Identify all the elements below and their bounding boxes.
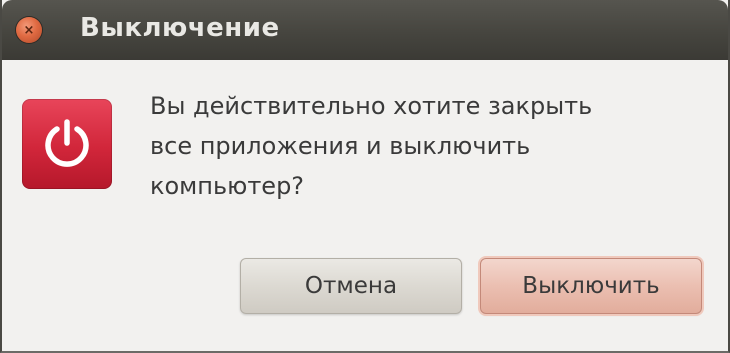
confirmation-message: Вы действительно хотите закрыть все прил… [150,86,720,206]
message-line-3: компьютер? [150,172,305,200]
window-title: Выключение [80,13,280,43]
message-line-1: Вы действительно хотите закрыть [150,92,593,120]
cancel-button[interactable]: Отмена [240,258,462,314]
power-icon [22,99,112,189]
shutdown-button[interactable]: Выключить [480,258,702,314]
close-icon[interactable]: × [16,17,42,43]
power-symbol [45,119,89,167]
shutdown-dialog: × Выключение Вы действительно хотите зак… [0,0,730,353]
message-line-2: все приложения и выключить [150,132,531,160]
close-glyph: × [23,22,35,38]
titlebar: × Выключение [2,0,728,60]
